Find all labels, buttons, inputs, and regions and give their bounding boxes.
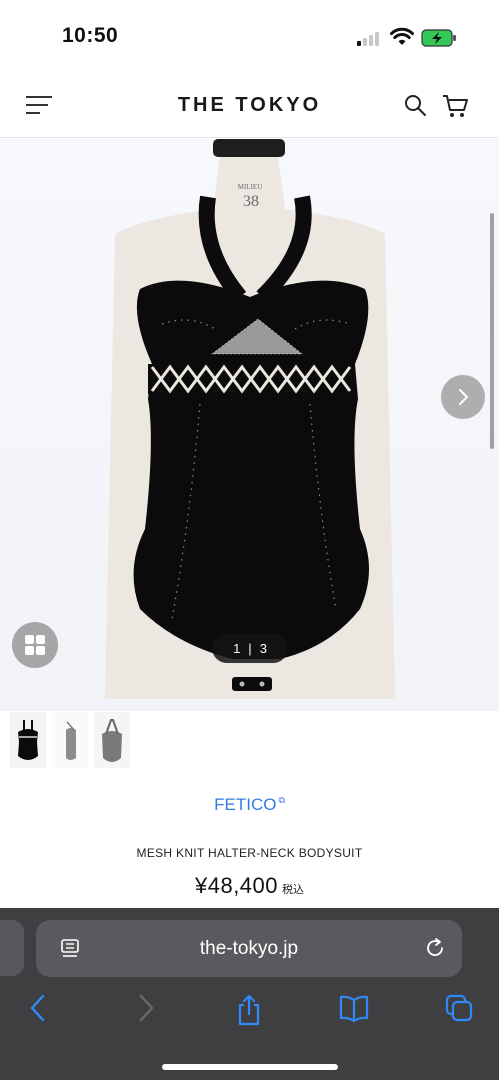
thumbnail-2[interactable] — [52, 712, 88, 768]
product-price: ¥48,400 — [194, 873, 279, 898]
address-bar[interactable]: the-tokyo.jp — [36, 920, 462, 977]
price-row: ¥48,400 税込 — [0, 873, 499, 899]
chevron-right-icon — [459, 389, 468, 405]
battery-charging-icon — [421, 29, 456, 47]
search-icon[interactable] — [403, 93, 427, 117]
product-gallery[interactable]: MILIEU 38 1 | 3 — [0, 139, 499, 711]
site-header: THE TOKYO — [0, 70, 499, 138]
thumbnail-1[interactable] — [10, 712, 46, 768]
external-link-icon: ⧉ — [278, 795, 285, 805]
image-counter: 1 | 3 — [212, 633, 288, 663]
thumbnail-3[interactable] — [94, 712, 130, 768]
thumbnail-strip — [10, 712, 130, 768]
cellular-signal-icon — [357, 31, 383, 46]
browser-bottom-bar: the-tokyo.jp — [0, 908, 499, 1080]
status-bar: 10:50 — [0, 0, 499, 70]
previous-tab-peek[interactable] — [0, 920, 24, 976]
tax-label: 税込 — [282, 884, 305, 896]
counter-current: 1 — [233, 640, 241, 656]
back-icon[interactable] — [28, 993, 48, 1023]
grid-icon — [25, 635, 45, 655]
grid-view-button[interactable] — [12, 622, 58, 668]
counter-separator: | — [248, 640, 252, 656]
forward-icon[interactable] — [136, 993, 156, 1023]
tabs-icon[interactable] — [444, 993, 474, 1023]
share-icon[interactable] — [236, 993, 262, 1027]
status-time: 10:50 — [62, 24, 119, 47]
browser-toolbar — [0, 993, 499, 1029]
brand-name[interactable]: FETICO — [214, 795, 276, 814]
page-scroll-indicator — [490, 213, 494, 449]
product-image: MILIEU 38 — [105, 139, 395, 699]
product-title: MESH KNIT HALTER-NECK BODYSUIT — [136, 846, 363, 860]
wifi-icon — [390, 27, 414, 45]
bookmarks-icon[interactable] — [338, 993, 370, 1023]
home-indicator — [162, 1064, 338, 1070]
mannequin-label: MILIEU — [238, 183, 263, 191]
cart-icon[interactable] — [441, 93, 469, 119]
url-text[interactable]: the-tokyo.jp — [36, 938, 462, 960]
next-image-button[interactable] — [441, 375, 485, 419]
brand-link[interactable]: FETICO ⧉ — [0, 795, 499, 815]
counter-total: 3 — [259, 640, 267, 656]
reload-icon[interactable] — [424, 937, 446, 959]
mannequin-size: 38 — [243, 193, 259, 210]
